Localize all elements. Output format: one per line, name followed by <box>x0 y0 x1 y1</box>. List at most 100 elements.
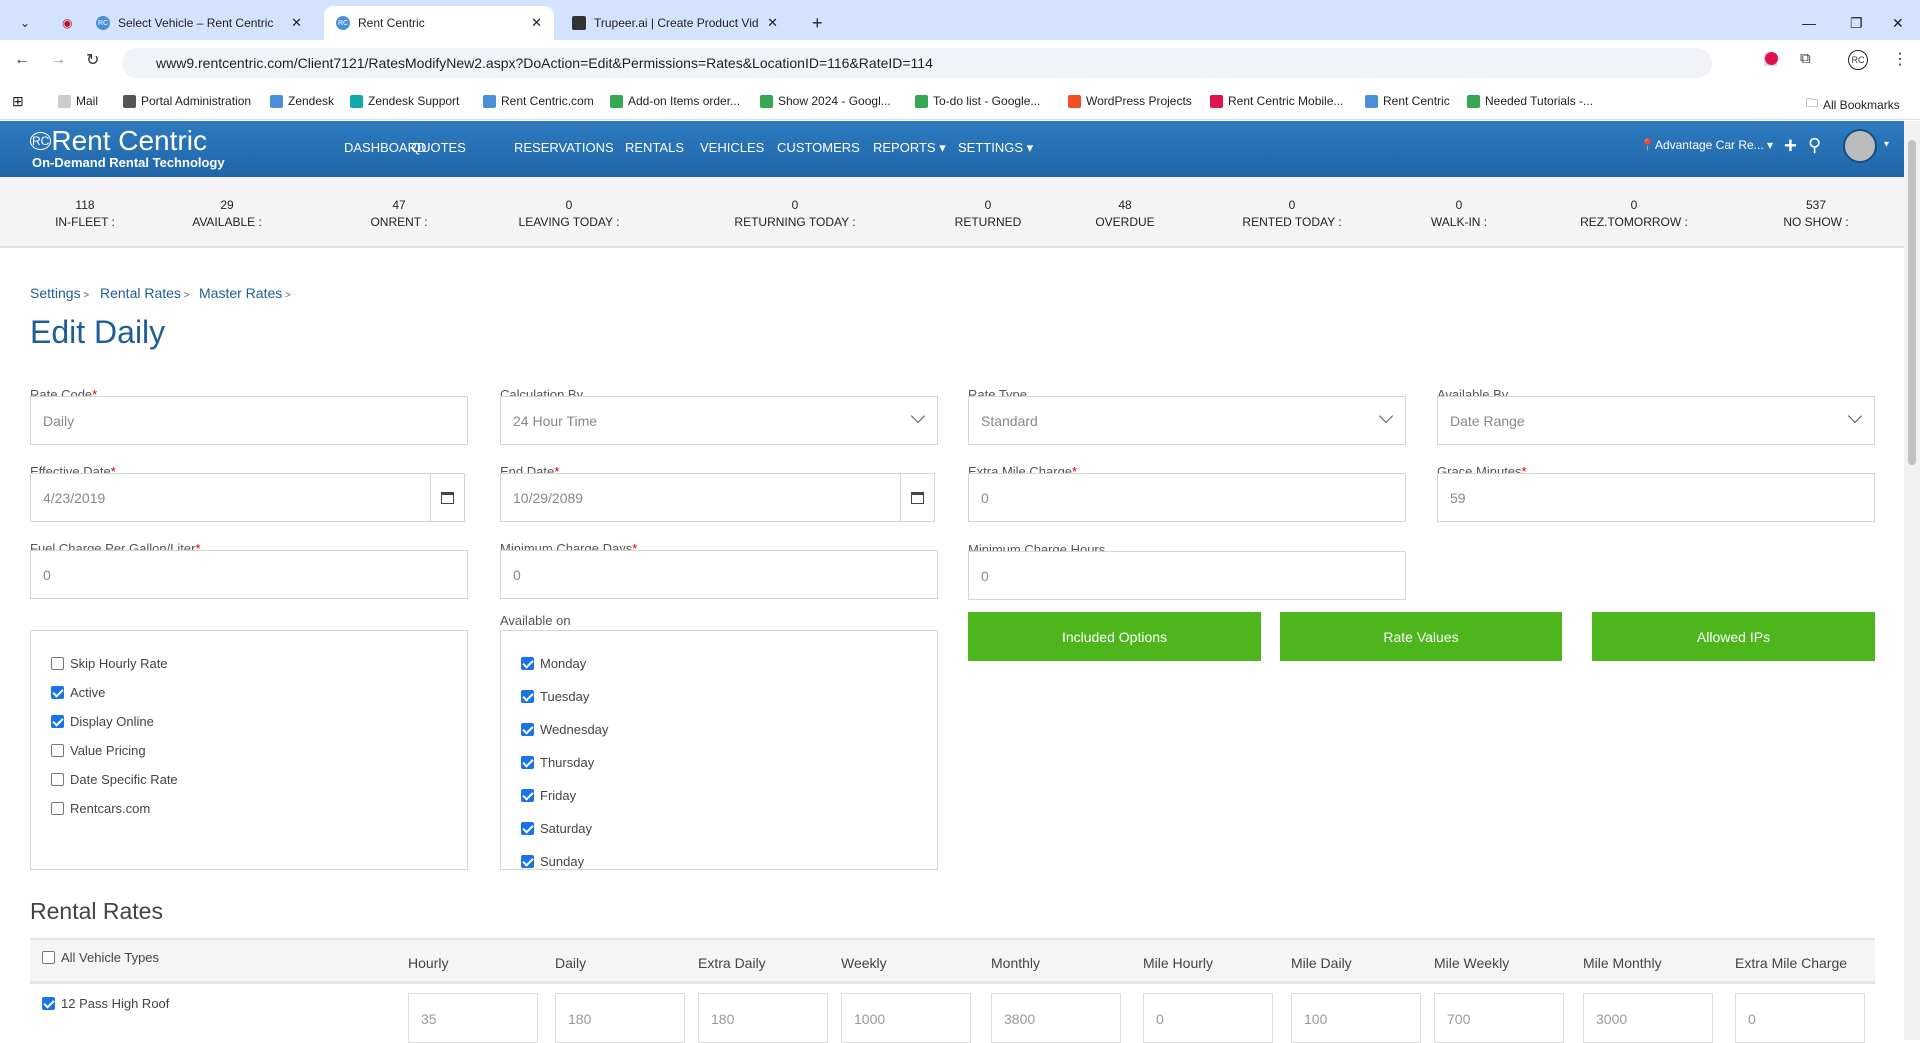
rate-values-button[interactable]: Rate Values <box>1280 612 1562 661</box>
rate-input-extra-daily[interactable]: 180 <box>698 993 828 1043</box>
checkbox[interactable] <box>51 657 64 670</box>
apps-grid-icon[interactable]: ⊞ <box>12 93 24 110</box>
checkbox[interactable] <box>521 690 534 703</box>
fuel-input[interactable]: 0 <box>30 550 468 599</box>
checkbox[interactable] <box>51 744 64 757</box>
rate-type-select[interactable]: Standard <box>968 396 1406 445</box>
rate-input-mile-weekly[interactable]: 700 <box>1434 993 1564 1043</box>
stat-item[interactable]: 0WALK-IN : <box>1431 197 1487 231</box>
checkbox[interactable] <box>521 789 534 802</box>
stat-item[interactable]: 537NO SHOW : <box>1783 197 1848 231</box>
url-input[interactable]: www9.rentcentric.com/Client7121/RatesMod… <box>122 48 1712 78</box>
days-checkbox-tuesday[interactable]: Tuesday <box>521 689 589 704</box>
checkbox[interactable] <box>42 951 55 964</box>
window-close-button[interactable]: ✕ <box>1880 6 1916 40</box>
rate-code-input[interactable]: Daily <box>30 396 468 445</box>
rate-input-mile-daily[interactable]: 100 <box>1291 993 1421 1043</box>
days-checkbox-sunday[interactable]: Sunday <box>521 854 584 869</box>
all-bookmarks-button[interactable]: 🗀All Bookmarks <box>1806 94 1900 115</box>
stat-item[interactable]: 118IN-FLEET : <box>55 197 115 231</box>
restore-button[interactable]: ❐ <box>1838 6 1875 40</box>
recording-icon[interactable]: ◉ <box>50 6 84 40</box>
rate-input-hourly[interactable]: 35 <box>408 993 538 1043</box>
grace-input[interactable]: 59 <box>1437 473 1875 522</box>
nav-reservations[interactable]: RESERVATIONS <box>514 140 614 155</box>
checkbox[interactable] <box>521 723 534 736</box>
included-options-button[interactable]: Included Options <box>968 612 1261 661</box>
minimize-button[interactable]: — <box>1790 6 1828 40</box>
tab-rent-centric[interactable]: RCRent Centric✕ <box>324 6 554 40</box>
scrollbar-thumb[interactable] <box>1908 140 1916 465</box>
stat-item[interactable]: 0RETURNED <box>955 197 1022 231</box>
bookmark-item[interactable]: Add-on Items order... <box>610 94 740 108</box>
close-icon[interactable]: ✕ <box>767 15 778 31</box>
checkbox[interactable] <box>51 773 64 786</box>
checkbox[interactable] <box>521 855 534 868</box>
nav-settings[interactable]: SETTINGS ▾ <box>958 140 1033 156</box>
bookmark-item[interactable]: Rent Centric Mobile... <box>1210 94 1343 108</box>
bookmark-item[interactable]: WordPress Projects <box>1068 94 1192 108</box>
avail-by-select[interactable]: Date Range <box>1437 396 1875 445</box>
stat-item[interactable]: 0RENTED TODAY : <box>1242 197 1341 231</box>
min-hours-input[interactable]: 0 <box>968 551 1406 600</box>
bookmark-item[interactable]: To-do list - Google... <box>915 94 1040 108</box>
options-checkbox-active[interactable]: Active <box>51 685 105 700</box>
days-checkbox-wednesday[interactable]: Wednesday <box>521 722 608 737</box>
new-tab-button[interactable]: + <box>800 6 835 40</box>
calc-by-select[interactable]: 24 Hour Time <box>500 396 938 445</box>
calendar-icon[interactable] <box>430 474 464 521</box>
calendar-icon[interactable] <box>900 474 934 521</box>
stat-item[interactable]: 48OVERDUE <box>1095 197 1154 231</box>
breadcrumb-link[interactable]: Master Rates > <box>199 285 291 301</box>
options-checkbox-valuepricing[interactable]: Value Pricing <box>51 743 146 758</box>
breadcrumb-link[interactable]: Rental Rates > <box>100 285 190 301</box>
close-icon[interactable]: ✕ <box>291 15 302 31</box>
bookmark-item[interactable]: Mail <box>58 94 98 108</box>
options-checkbox-datespecificrate[interactable]: Date Specific Rate <box>51 772 178 787</box>
options-checkbox-rentcarscom[interactable]: Rentcars.com <box>51 801 150 816</box>
tab-search-button[interactable]: ⌄ <box>8 6 38 40</box>
rate-input-monthly[interactable]: 3800 <box>991 993 1121 1043</box>
forward-icon[interactable]: → <box>50 51 66 69</box>
tab-select-vehicle[interactable]: RCSelect Vehicle – Rent Centric✕ <box>84 6 314 40</box>
location-selector[interactable]: 📍Advantage Car Re... ▾ <box>1640 138 1773 152</box>
add-icon[interactable]: + <box>1784 133 1797 159</box>
extensions-icon[interactable]: ⧉ <box>1800 50 1811 67</box>
options-checkbox-displayonline[interactable]: Display Online <box>51 714 154 729</box>
search-icon[interactable]: ⚲ <box>1808 135 1821 156</box>
rate-input-extra-mile-charge[interactable]: 0 <box>1735 993 1865 1043</box>
reload-icon[interactable]: ↻ <box>86 50 99 70</box>
stat-item[interactable]: 29AVAILABLE : <box>192 197 262 231</box>
bookmark-item[interactable]: Portal Administration <box>123 94 251 108</box>
rent-centric-logo[interactable]: RCRent Centric On-Demand Rental Technolo… <box>30 127 225 170</box>
stat-item[interactable]: 0REZ.TOMORROW : <box>1580 197 1688 231</box>
close-icon[interactable]: ✕ <box>531 15 542 31</box>
rate-input-mile-hourly[interactable]: 0 <box>1143 993 1273 1043</box>
checkbox[interactable] <box>51 686 64 699</box>
days-checkbox-thursday[interactable]: Thursday <box>521 755 594 770</box>
checkbox[interactable] <box>521 657 534 670</box>
days-checkbox-friday[interactable]: Friday <box>521 788 576 803</box>
checkbox[interactable] <box>42 997 55 1010</box>
bookmark-item[interactable]: Rent Centric <box>1365 94 1450 108</box>
nav-rentals[interactable]: RENTALS <box>625 140 684 155</box>
bookmark-item[interactable]: Rent Centric.com <box>483 94 594 108</box>
profile-avatar[interactable]: RC <box>1848 50 1868 70</box>
vehicle-type-checkbox[interactable]: 12 Pass High Roof <box>42 996 169 1011</box>
rate-input-mile-monthly[interactable]: 3000 <box>1583 993 1713 1043</box>
extra-mile-input[interactable]: 0 <box>968 473 1406 522</box>
browser-menu-icon[interactable]: ⋮ <box>1892 49 1908 69</box>
options-checkbox-skiphourlyrate[interactable]: Skip Hourly Rate <box>51 656 168 671</box>
stat-item[interactable]: 47ONRENT : <box>370 197 427 231</box>
allowed-ips-button[interactable]: Allowed IPs <box>1592 612 1875 661</box>
bookmark-item[interactable]: Show 2024 - Googl... <box>760 94 891 108</box>
bookmark-item[interactable]: Zendesk Support <box>350 94 459 108</box>
checkbox[interactable] <box>51 715 64 728</box>
nav-vehicles[interactable]: VEHICLES <box>700 140 764 155</box>
stat-item[interactable]: 0RETURNING TODAY : <box>734 197 855 231</box>
nav-quotes[interactable]: QUOTES <box>411 140 466 155</box>
nav-reports[interactable]: REPORTS ▾ <box>873 140 946 156</box>
user-menu-chevron-icon[interactable]: ▾ <box>1884 139 1889 150</box>
checkbox[interactable] <box>521 822 534 835</box>
days-checkbox-monday[interactable]: Monday <box>521 656 586 671</box>
